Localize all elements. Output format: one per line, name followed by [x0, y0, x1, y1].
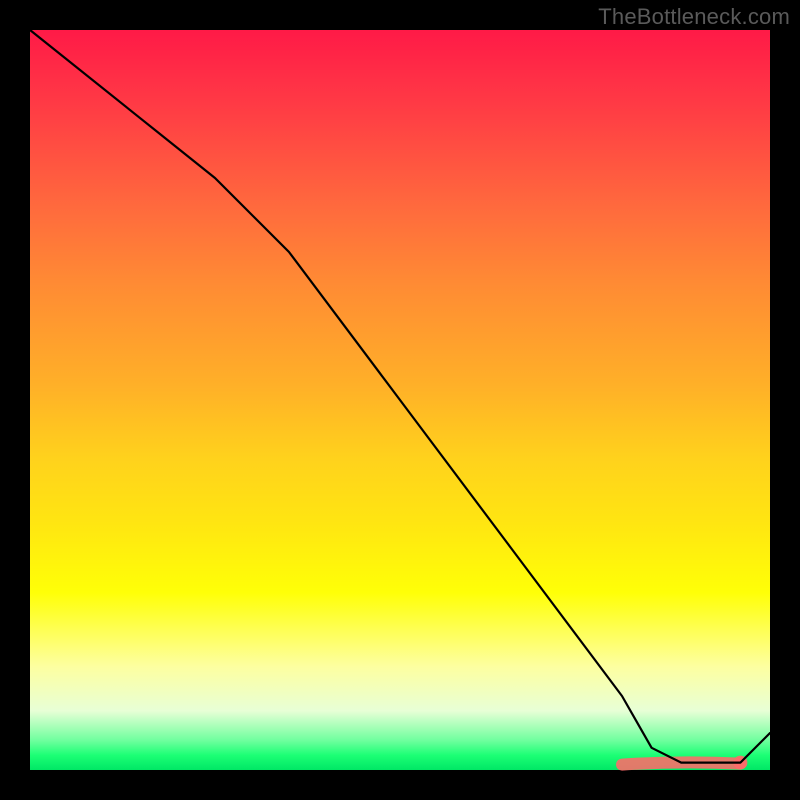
bottleneck-curve	[30, 30, 770, 763]
chart-frame: TheBottleneck.com line	[0, 0, 800, 800]
attribution-text: TheBottleneck.com	[598, 4, 790, 30]
plot-area	[30, 30, 770, 770]
chart-svg	[30, 30, 770, 770]
